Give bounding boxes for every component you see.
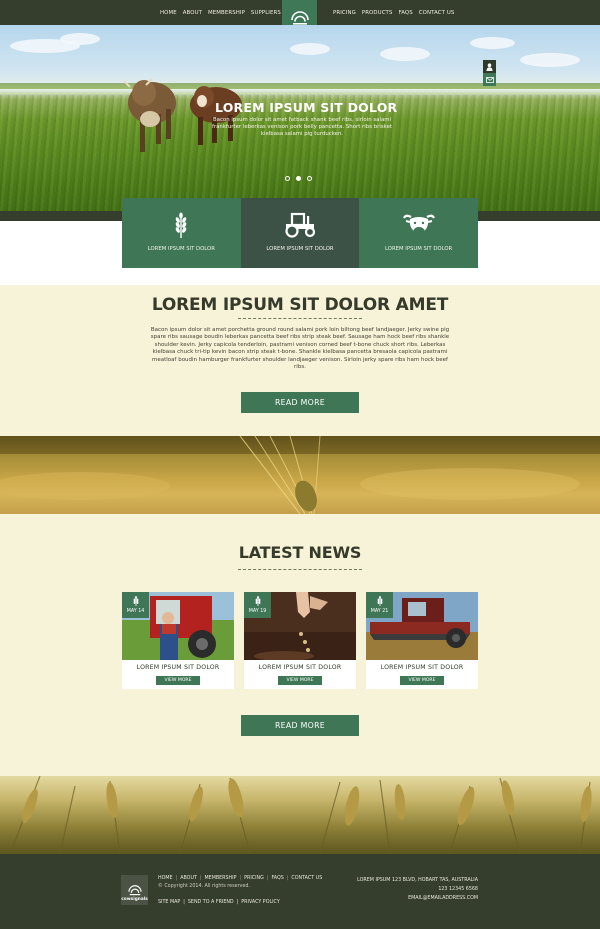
news-card-title: LOREM IPSUM SIT DOLOR xyxy=(258,664,342,671)
copyright: © Copyright 2014. All rights reserved. xyxy=(158,884,250,889)
view-more-button[interactable]: VIEW MORE xyxy=(400,676,444,685)
cloud xyxy=(520,53,580,67)
cloud xyxy=(60,33,100,45)
nav-right-group: PRICING PRODUCTS FAQS CONTACT US xyxy=(333,0,454,25)
wheat-field-image xyxy=(9,776,592,854)
view-more-button[interactable]: VIEW MORE xyxy=(278,676,322,685)
signal-arcs-icon xyxy=(127,885,142,896)
wheat-icon xyxy=(133,596,138,606)
news-date: MAY 19 xyxy=(248,609,267,614)
footer: cowsignals HOME | ABOUT | MEMBERSHIP | PRIC… xyxy=(0,854,600,929)
footer-nav: HOME | ABOUT | MEMBERSHIP | PRICING | FAQS | … xyxy=(158,876,322,881)
footer-link-site-map[interactable]: SITE MAP xyxy=(158,900,180,905)
cloud xyxy=(470,37,515,49)
contact-info: LOREM IPSUM 123 BLVD, HOBART TAS, AUSTRA… xyxy=(357,876,478,903)
feature-label: LOREM IPSUM SIT DOLOR xyxy=(266,246,334,252)
separator: | xyxy=(175,876,178,881)
separator: | xyxy=(199,876,202,881)
hero-title: LOREM IPSUM SIT DOLOR xyxy=(215,100,398,115)
title-divider xyxy=(238,318,362,319)
cloud xyxy=(380,47,430,61)
feature-label: LOREM IPSUM SIT DOLOR xyxy=(147,246,215,252)
intro-section: LOREM IPSUM SIT DOLOR AMET Bacon ipsum d… xyxy=(0,285,600,436)
news-card[interactable]: MAY 19 LOREM IPSUM SIT DOLOR VIEW MORE xyxy=(244,592,356,689)
hero-slider: LOREM IPSUM SIT DOLOR Bacon ipsum dolor … xyxy=(0,25,600,221)
address: LOREM IPSUM 123 BLVD, HOBART TAS, AUSTRA… xyxy=(357,878,478,883)
mail-tab[interactable] xyxy=(483,73,496,86)
tractor-icon xyxy=(285,212,316,238)
intro-title: LOREM IPSUM SIT DOLOR AMET xyxy=(151,295,449,315)
slider-dot-3[interactable] xyxy=(307,176,312,181)
title-divider xyxy=(238,569,362,570)
news-card-title: LOREM IPSUM SIT DOLOR xyxy=(380,664,464,671)
wheat-banner xyxy=(0,436,600,514)
intro-text: Bacon ipsum dolor sit amet porchetta gro… xyxy=(150,327,450,371)
wheat-icon xyxy=(255,596,260,606)
hero-text: Bacon ipsum dolor sit amet fatback shank… xyxy=(211,117,393,138)
news-section: LATEST NEWS MAY 14 LOREM IPSUM SIT DOLOR… xyxy=(0,514,600,776)
cloud xyxy=(290,43,330,55)
separator: | xyxy=(236,900,239,905)
date-badge: MAY 19 xyxy=(244,592,271,618)
nav-suppliers[interactable]: SUPPLIERS xyxy=(251,10,281,16)
separator: | xyxy=(239,876,242,881)
footer-link-privacy[interactable]: PRIVACY POLICY xyxy=(241,900,279,905)
footer-link-faqs[interactable]: FAQS xyxy=(271,876,283,881)
footer-link-membership[interactable]: MEMBERSHIP xyxy=(205,876,237,881)
view-more-button[interactable]: VIEW MORE xyxy=(156,676,200,685)
nav-left-group: HOME ABOUT MEMBERSHIP SUPPLIERS xyxy=(160,0,281,25)
separator: | xyxy=(266,876,269,881)
wheat-field-banner xyxy=(0,776,600,854)
wheat-banner-image xyxy=(0,436,600,514)
slider-dot-2[interactable] xyxy=(296,176,301,181)
feature-label: LOREM IPSUM SIT DOLOR xyxy=(385,246,453,252)
nav-about[interactable]: ABOUT xyxy=(183,10,202,16)
features: LOREM IPSUM SIT DOLOR LOREM IPSUM SIT DO… xyxy=(122,198,478,268)
footer-link-contact[interactable]: CONTACT US xyxy=(291,876,322,881)
feature-cow[interactable]: LOREM IPSUM SIT DOLOR xyxy=(359,198,478,268)
footer-link-home[interactable]: HOME xyxy=(158,876,173,881)
user-tab[interactable] xyxy=(483,60,496,73)
horizon xyxy=(0,83,600,89)
wheat-icon xyxy=(176,212,187,238)
cow-head-icon xyxy=(402,214,435,235)
footer-link-send-to-friend[interactable]: SEND TO A FRIEND xyxy=(188,900,234,905)
slider-dot-1[interactable] xyxy=(285,176,290,181)
news-card[interactable]: MAY 14 LOREM IPSUM SIT DOLOR VIEW MORE xyxy=(122,592,234,689)
email-link[interactable]: EMAIL@EMAILADDRESS.COM xyxy=(357,894,478,903)
nav-faqs[interactable]: FAQS xyxy=(398,10,412,16)
date-badge: MAY 14 xyxy=(122,592,149,618)
news-card-title: LOREM IPSUM SIT DOLOR xyxy=(136,664,220,671)
footer-link-pricing[interactable]: PRICING xyxy=(244,876,264,881)
nav-pricing[interactable]: PRICING xyxy=(333,10,356,16)
phone: 123 12345 6568 xyxy=(438,887,478,892)
date-badge: MAY 21 xyxy=(366,592,393,618)
news-date: MAY 21 xyxy=(370,609,389,614)
cow-image xyxy=(123,78,176,152)
slider-dots xyxy=(285,176,312,181)
feature-tractor[interactable]: LOREM IPSUM SIT DOLOR xyxy=(240,198,360,268)
footer-logo[interactable]: cowsignals xyxy=(121,875,148,905)
user-icon xyxy=(486,62,493,71)
news-read-more-button[interactable]: READ MORE xyxy=(241,715,359,736)
wheat-icon xyxy=(377,596,382,606)
mail-icon xyxy=(485,76,494,83)
feature-wheat[interactable]: LOREM IPSUM SIT DOLOR xyxy=(122,198,241,268)
nav-contact-us[interactable]: CONTACT US xyxy=(419,10,455,16)
nav-products[interactable]: PRODUCTS xyxy=(362,10,393,16)
footer-secondary-nav: SITE MAP | SEND TO A FRIEND | PRIVACY POLI… xyxy=(158,900,280,905)
footer-link-about[interactable]: ABOUT xyxy=(180,876,197,881)
separator: | xyxy=(286,876,289,881)
nav-home[interactable]: HOME xyxy=(160,10,177,16)
separator: | xyxy=(183,900,185,905)
read-more-button[interactable]: READ MORE xyxy=(241,392,359,413)
footer-logo-text: cowsignals xyxy=(121,897,148,902)
nav-membership[interactable]: MEMBERSHIP xyxy=(208,10,245,16)
news-date: MAY 14 xyxy=(126,609,145,614)
side-tabs xyxy=(483,60,496,86)
news-card[interactable]: MAY 21 LOREM IPSUM SIT DOLOR VIEW MORE xyxy=(366,592,478,689)
news-title: LATEST NEWS xyxy=(238,543,362,562)
